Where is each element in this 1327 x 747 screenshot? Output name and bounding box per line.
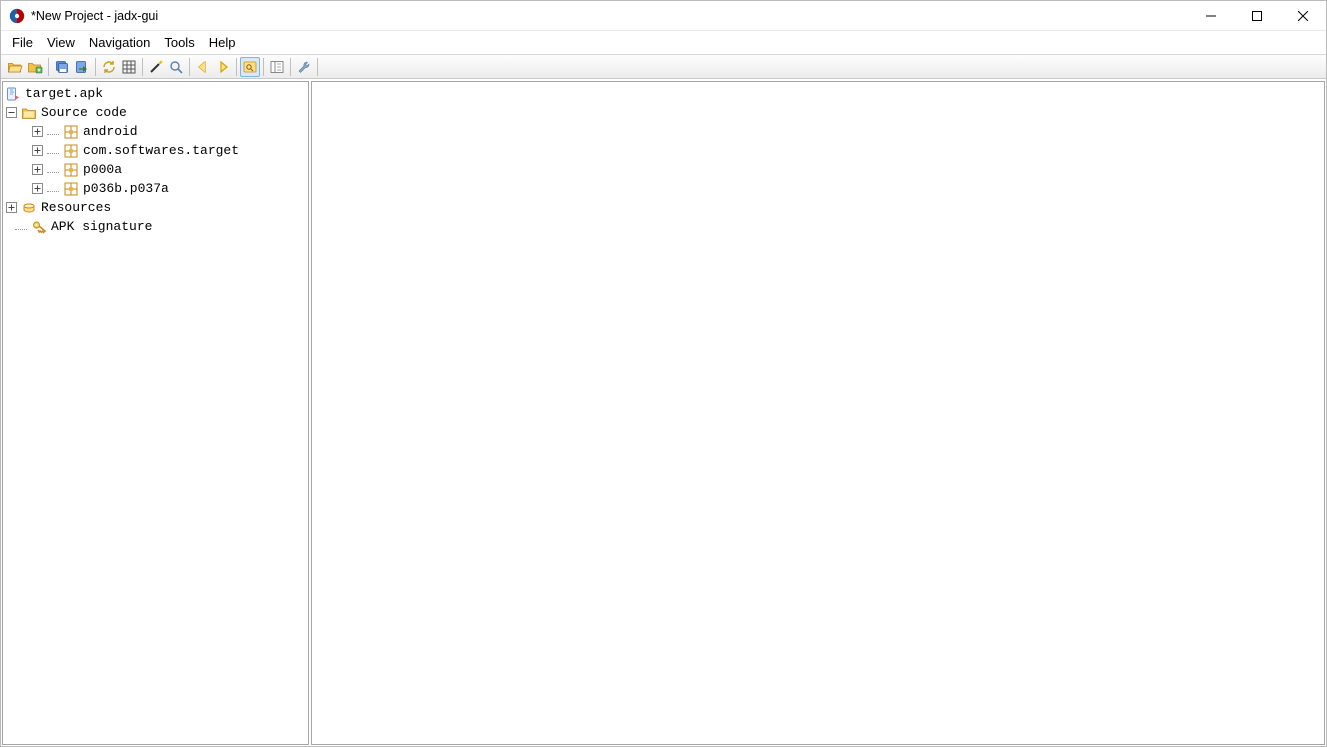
tree-node-package[interactable]: android xyxy=(5,122,308,141)
collapse-icon[interactable] xyxy=(5,107,17,119)
tree-connector xyxy=(47,186,59,192)
tree-node-label: Source code xyxy=(39,105,127,120)
flatten-packages-button[interactable] xyxy=(119,57,139,77)
tree-node-package[interactable]: p000a xyxy=(5,160,308,179)
toolbar-separator xyxy=(48,58,49,76)
tree-connector xyxy=(47,129,59,135)
key-icon xyxy=(31,219,47,235)
expand-icon[interactable] xyxy=(31,183,43,195)
minimize-button[interactable] xyxy=(1188,1,1234,31)
app-icon xyxy=(9,8,25,24)
toolbar-separator xyxy=(290,58,291,76)
menu-tools[interactable]: Tools xyxy=(157,33,201,52)
back-button[interactable] xyxy=(193,57,213,77)
window-title: *New Project - jadx-gui xyxy=(31,9,158,23)
toolbar-separator xyxy=(189,58,190,76)
tree-connector xyxy=(47,148,59,154)
package-icon xyxy=(63,124,79,140)
source-folder-icon xyxy=(21,105,37,121)
tree-node-label: com.softwares.target xyxy=(81,143,239,158)
add-files-button[interactable] xyxy=(25,57,45,77)
package-icon xyxy=(63,162,79,178)
tree-connector xyxy=(47,167,59,173)
tree-node-label: p000a xyxy=(81,162,122,177)
save-all-button[interactable] xyxy=(52,57,72,77)
tree-node-source-code[interactable]: Source code xyxy=(5,103,308,122)
search-icon xyxy=(168,59,184,75)
open-folder-button[interactable] xyxy=(5,57,25,77)
tree-node-package[interactable]: p036b.p037a xyxy=(5,179,308,198)
preferences-button[interactable] xyxy=(294,57,314,77)
content-pane xyxy=(311,81,1325,745)
toolbar-separator xyxy=(236,58,237,76)
folder-add-icon xyxy=(27,59,43,75)
toolbar-separator xyxy=(95,58,96,76)
sync-icon xyxy=(101,59,117,75)
grid-icon xyxy=(121,59,137,75)
export-icon xyxy=(74,59,90,75)
tree-connector xyxy=(15,224,27,230)
sync-button[interactable] xyxy=(99,57,119,77)
resources-icon xyxy=(21,200,37,216)
apk-icon xyxy=(5,86,21,102)
toolbar-separator xyxy=(142,58,143,76)
toolbar-separator xyxy=(263,58,264,76)
quick-search-button[interactable] xyxy=(240,57,260,77)
tree-node-label: target.apk xyxy=(23,86,103,101)
forward-button[interactable] xyxy=(213,57,233,77)
menu-view[interactable]: View xyxy=(40,33,82,52)
wand-icon xyxy=(148,59,164,75)
tree-node-package[interactable]: com.softwares.target xyxy=(5,141,308,160)
expand-icon[interactable] xyxy=(5,202,17,214)
tree-node-resources[interactable]: Resources xyxy=(5,198,308,217)
package-icon xyxy=(63,143,79,159)
save-all-icon xyxy=(54,59,70,75)
panel-icon xyxy=(269,59,285,75)
deobfuscate-button[interactable] xyxy=(146,57,166,77)
tree-node-label: APK signature xyxy=(49,219,152,234)
titlebar: *New Project - jadx-gui xyxy=(1,1,1326,31)
tree-node-root[interactable]: target.apk xyxy=(5,84,308,103)
tree-node-label: android xyxy=(81,124,138,139)
menu-navigation[interactable]: Navigation xyxy=(82,33,157,52)
expand-icon[interactable] xyxy=(31,164,43,176)
folder-open-icon xyxy=(7,59,23,75)
menu-help[interactable]: Help xyxy=(202,33,243,52)
tree-node-apk-signature[interactable]: APK signature xyxy=(5,217,308,236)
export-button[interactable] xyxy=(72,57,92,77)
tree-node-label: Resources xyxy=(39,200,111,215)
tree-pane[interactable]: target.apk xyxy=(2,81,309,745)
quick-search-icon xyxy=(242,59,258,75)
maximize-button[interactable] xyxy=(1234,1,1280,31)
log-viewer-button[interactable] xyxy=(267,57,287,77)
expand-icon[interactable] xyxy=(31,126,43,138)
menu-file[interactable]: File xyxy=(5,33,40,52)
package-icon xyxy=(63,181,79,197)
search-button[interactable] xyxy=(166,57,186,77)
arrow-right-icon xyxy=(215,59,231,75)
close-button[interactable] xyxy=(1280,1,1326,31)
toolbar xyxy=(1,55,1326,79)
expand-icon[interactable] xyxy=(31,145,43,157)
wrench-icon xyxy=(296,59,312,75)
toolbar-separator xyxy=(317,58,318,76)
menubar: File View Navigation Tools Help xyxy=(1,31,1326,55)
arrow-left-icon xyxy=(195,59,211,75)
tree-node-label: p036b.p037a xyxy=(81,181,169,196)
